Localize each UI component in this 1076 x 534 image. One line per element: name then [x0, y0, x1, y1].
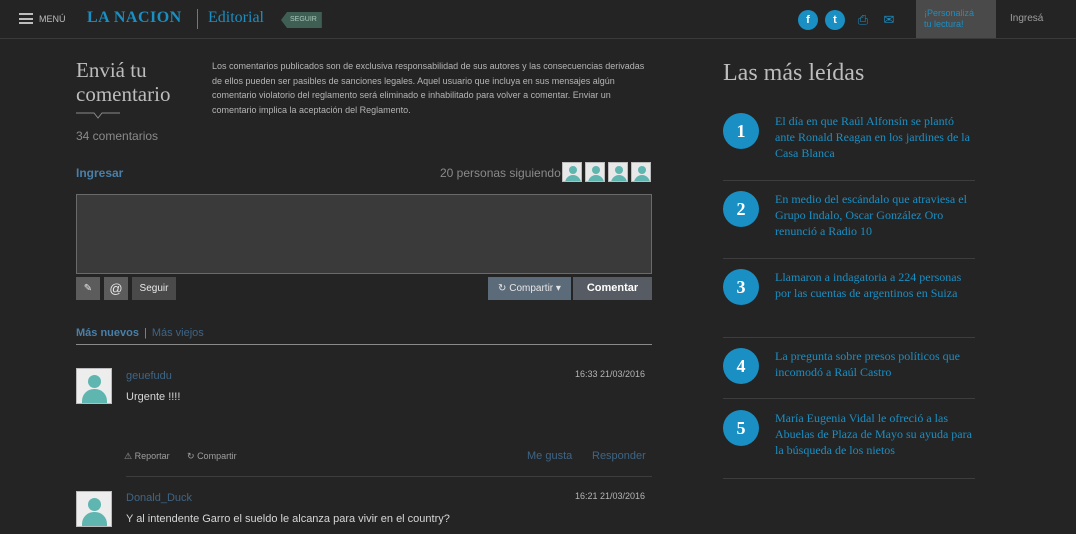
comment-text: Urgente !!!! — [126, 391, 181, 403]
print-icon[interactable]: ⎙ — [855, 12, 871, 27]
mail-icon[interactable]: ✉ — [881, 12, 897, 27]
divider — [723, 398, 975, 399]
sort-newest-tab[interactable]: Más nuevos — [76, 327, 139, 339]
avatar[interactable] — [76, 491, 112, 527]
sort-separator: | — [143, 327, 147, 339]
menu-label: MENÚ — [39, 13, 66, 24]
share-dropdown-button[interactable]: ↻ Compartir ▾ — [488, 277, 571, 300]
facebook-icon[interactable]: f — [798, 10, 818, 30]
comment-text: Y al intendente Garro el sueldo le alcan… — [126, 513, 450, 525]
comment-timestamp: 16:33 21/03/2016 — [575, 369, 646, 379]
article-link[interactable]: Llamaron a indagatoria a 224 personas po… — [775, 269, 975, 301]
personalize-line-2: tu lectura! — [924, 19, 964, 29]
follower-avatar[interactable] — [608, 162, 628, 182]
reply-button[interactable]: Responder — [592, 450, 646, 462]
follower-avatar[interactable] — [631, 162, 651, 182]
article-link[interactable]: La pregunta sobre presos políticos que i… — [775, 348, 975, 380]
follower-avatar[interactable] — [585, 162, 605, 182]
comment-disclaimer: Los comentarios publicados son de exclus… — [212, 61, 645, 115]
rank-badge: 3 — [723, 269, 759, 305]
comment-author[interactable]: geuefudu — [126, 370, 172, 382]
followers-count: 20 personas siguiendo — [440, 166, 561, 180]
share-icon: ↻ — [187, 451, 195, 461]
personalize-line-1: ¡Personalizá — [924, 8, 975, 18]
personalize-button[interactable]: ¡Personalizá tu lectura! — [916, 0, 996, 38]
article-link[interactable]: El día en que Raúl Alfonsín se plantó an… — [775, 113, 975, 161]
edit-icon[interactable]: ✎ — [76, 277, 100, 300]
like-button[interactable]: Me gusta — [527, 450, 572, 462]
share-comment-button[interactable]: ↻ Compartir — [187, 451, 237, 462]
twitter-icon[interactable]: t — [825, 10, 845, 30]
divider — [197, 9, 198, 29]
divider — [76, 344, 652, 345]
hamburger-icon — [19, 13, 33, 24]
rank-badge: 2 — [723, 191, 759, 227]
caret-down-icon: ▾ — [555, 283, 561, 294]
report-label: Reportar — [134, 451, 170, 461]
divider — [723, 337, 975, 338]
comment-form-title: Enviá tu comentario — [76, 58, 206, 106]
title-underline-decoration — [76, 112, 120, 119]
warning-icon: ⚠ — [124, 451, 133, 461]
divider — [723, 180, 975, 181]
report-button[interactable]: ⚠ Reportar — [124, 451, 170, 462]
submit-comment-button[interactable]: Comentar — [573, 277, 652, 300]
top-bar: MENÚ LA NACION Editorial SEGUIR f t ⎙ ✉ … — [0, 0, 1076, 39]
login-link[interactable]: Ingresá — [1010, 13, 1043, 24]
title-line-1: Enviá tu — [76, 58, 147, 82]
login-to-comment-link[interactable]: Ingresar — [76, 166, 123, 180]
share-icon: ↻ — [498, 283, 507, 294]
comments-count: 34 comentarios — [76, 129, 159, 143]
divider — [723, 258, 975, 259]
article-link[interactable]: María Eugenia Vidal le ofreció a las Abu… — [775, 410, 975, 458]
follower-avatar[interactable] — [562, 162, 582, 182]
mention-icon[interactable]: @ — [104, 277, 128, 300]
follow-section-button[interactable]: SEGUIR — [281, 12, 322, 28]
divider — [723, 478, 975, 479]
follow-button[interactable]: Seguir — [132, 277, 176, 300]
section-title[interactable]: Editorial — [208, 9, 264, 27]
share-comment-label: Compartir — [197, 451, 237, 461]
site-logo[interactable]: LA NACION — [87, 9, 182, 27]
comment-textarea[interactable] — [76, 194, 652, 274]
article-link[interactable]: En medio del escándalo que atraviesa el … — [775, 191, 975, 239]
sort-tabs: Más nuevos | Más viejos — [76, 327, 204, 339]
menu-button[interactable]: MENÚ — [19, 13, 66, 24]
rank-badge: 1 — [723, 113, 759, 149]
divider — [126, 476, 652, 477]
share-label: Compartir — [509, 283, 554, 294]
rank-badge: 5 — [723, 410, 759, 446]
comment-author[interactable]: Donald_Duck — [126, 492, 192, 504]
most-read-title: Las más leídas — [723, 60, 865, 86]
sort-oldest-tab[interactable]: Más viejos — [152, 327, 204, 339]
title-line-2: comentario — [76, 82, 171, 106]
rank-badge: 4 — [723, 348, 759, 384]
avatar[interactable] — [76, 368, 112, 404]
comment-timestamp: 16:21 21/03/2016 — [575, 491, 646, 501]
